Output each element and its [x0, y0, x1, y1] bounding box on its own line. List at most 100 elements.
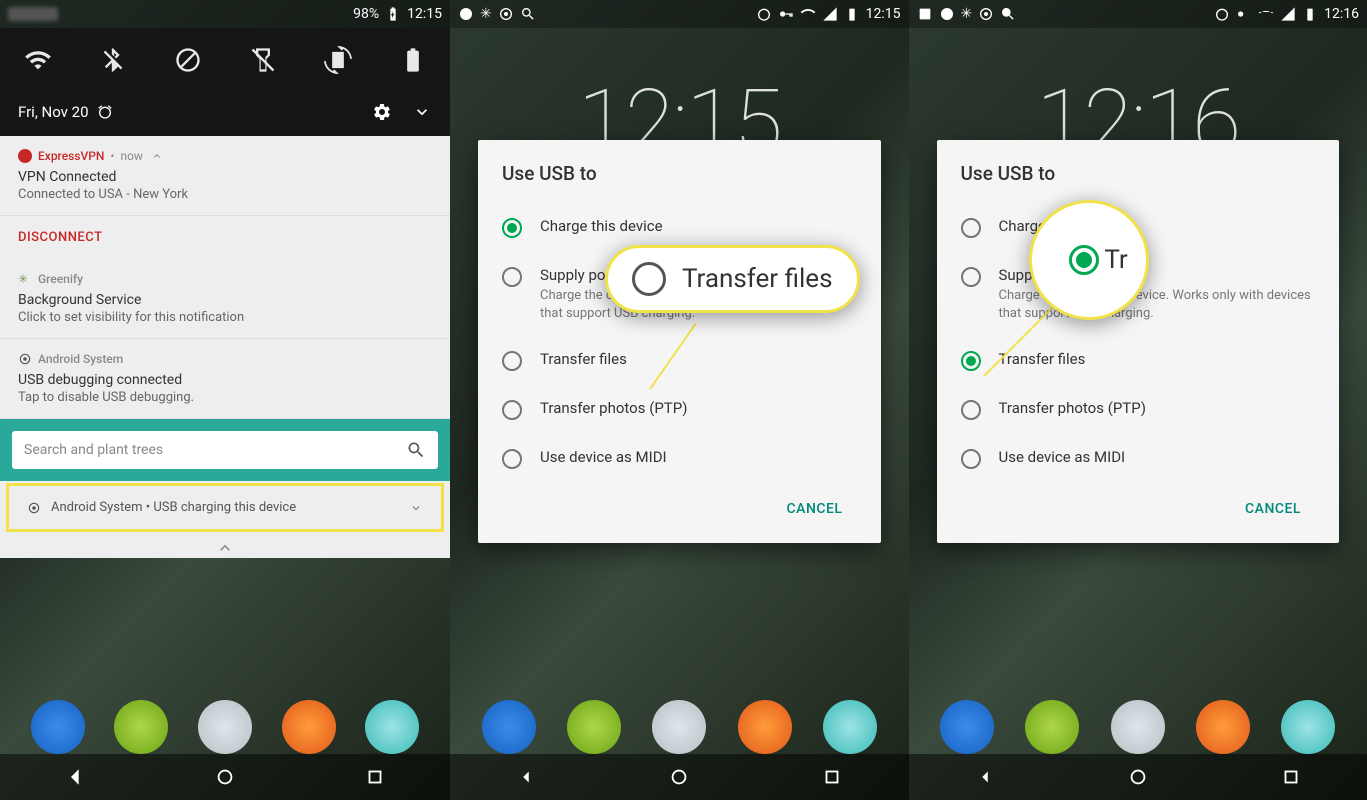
option-transfer-photos[interactable]: Transfer photos (PTP) — [961, 385, 1316, 434]
dock-app-mail[interactable] — [652, 700, 706, 754]
home-icon[interactable] — [668, 766, 690, 788]
quick-settings: Fri, Nov 20 — [0, 28, 450, 136]
dock-app-messages[interactable] — [1025, 700, 1079, 754]
dialog-title: Use USB to — [961, 162, 1316, 185]
signal-icon — [822, 6, 838, 22]
recents-icon[interactable] — [821, 766, 843, 788]
battery-charging-icon — [385, 6, 401, 22]
notification-item[interactable]: Android System USB debugging connected T… — [0, 339, 450, 419]
option-midi[interactable]: Use device as MIDI — [961, 434, 1316, 483]
redacted-area — [8, 7, 58, 21]
search-input[interactable]: Search and plant trees — [12, 431, 438, 469]
dock-app-phone[interactable] — [940, 700, 994, 754]
radio-icon — [502, 267, 522, 287]
notification-list: ExpressVPN•now VPN Connected Connected t… — [0, 136, 450, 558]
collapse-chevron-icon[interactable] — [215, 538, 235, 558]
chevron-down-icon — [409, 501, 423, 515]
dock-app-browser[interactable] — [823, 700, 877, 754]
search-icon — [406, 440, 426, 460]
status-bar: 98% 12:15 — [0, 0, 450, 28]
alarm-icon — [756, 6, 772, 22]
back-icon[interactable] — [515, 766, 537, 788]
image-icon — [917, 6, 933, 22]
search-icon — [1000, 6, 1016, 22]
battery-pct: 98% — [353, 6, 379, 22]
battery-charging-icon — [1302, 6, 1318, 22]
callout-bubble: Transfer files — [605, 245, 860, 313]
back-icon[interactable] — [64, 766, 86, 788]
radio-icon — [502, 351, 522, 371]
home-icon[interactable] — [214, 766, 236, 788]
expand-icon[interactable] — [412, 102, 432, 122]
radio-unchecked-icon — [632, 262, 666, 296]
radio-icon — [961, 449, 981, 469]
battery-icon[interactable] — [399, 46, 427, 74]
option-transfer-photos[interactable]: Transfer photos (PTP) — [502, 385, 857, 434]
dock-app-messages[interactable] — [567, 700, 621, 754]
dock-app-firefox[interactable] — [738, 700, 792, 754]
radio-checked-icon — [961, 351, 981, 371]
recents-icon[interactable] — [364, 766, 386, 788]
app-dock — [909, 700, 1367, 754]
radio-icon — [502, 449, 522, 469]
wifi-icon — [1258, 6, 1274, 22]
status-bar: ✳ 12:16 — [909, 0, 1367, 28]
radio-icon — [961, 218, 981, 238]
dialog-title: Use USB to — [502, 162, 857, 185]
vpn-icon — [939, 6, 955, 22]
notification-item[interactable]: ExpressVPN•now VPN Connected Connected t… — [0, 136, 450, 216]
dock-app-phone[interactable] — [31, 700, 85, 754]
usb-dialog: Use USB to Charge this device Supply pow… — [478, 140, 881, 543]
usb-dialog: Use USB to Charge this device Supply pow… — [937, 140, 1340, 543]
dock-app-browser[interactable] — [1281, 700, 1335, 754]
bluetooth-off-icon[interactable] — [99, 46, 127, 74]
nav-bar — [0, 754, 450, 800]
autorotate-icon[interactable] — [324, 46, 352, 74]
usb-notification[interactable]: Android System • USB charging this devic… — [9, 486, 441, 529]
back-icon[interactable] — [974, 766, 996, 788]
app-icon: ✳ — [18, 272, 32, 286]
key-icon — [1236, 6, 1252, 22]
nav-bar — [909, 754, 1367, 800]
radio-icon — [961, 267, 981, 287]
dock-app-mail[interactable] — [198, 700, 252, 754]
app-icon — [18, 149, 32, 163]
target-icon — [498, 6, 514, 22]
option-midi[interactable]: Use device as MIDI — [502, 434, 857, 483]
alarm-icon — [1214, 6, 1230, 22]
dock-app-firefox[interactable] — [282, 700, 336, 754]
cancel-button[interactable]: CANCEL — [1235, 493, 1311, 525]
dock-app-phone[interactable] — [482, 700, 536, 754]
target-icon — [978, 6, 994, 22]
vpn-icon — [458, 6, 474, 22]
chevron-up-icon — [151, 150, 163, 162]
callout-circle: Tr — [1029, 200, 1149, 320]
search-icon — [520, 6, 536, 22]
dock-app-browser[interactable] — [365, 700, 419, 754]
radio-checked-icon — [1069, 245, 1099, 275]
dock-app-mail[interactable] — [1111, 700, 1165, 754]
dnd-off-icon[interactable] — [174, 46, 202, 74]
disconnect-action[interactable]: DISCONNECT — [0, 216, 450, 259]
app-dock — [450, 700, 909, 754]
wifi-icon — [800, 6, 816, 22]
leaf-icon: ✳ — [480, 6, 492, 22]
signal-icon — [1280, 6, 1296, 22]
radio-icon — [961, 400, 981, 420]
notification-item[interactable]: ✳Greenify Background Service Click to se… — [0, 259, 450, 339]
app-dock — [0, 700, 450, 754]
radio-icon — [502, 400, 522, 420]
wifi-icon[interactable] — [24, 46, 52, 74]
status-time: 12:15 — [866, 6, 901, 22]
key-icon — [778, 6, 794, 22]
status-bar: ✳ 12:15 — [450, 0, 909, 28]
home-icon[interactable] — [1127, 766, 1149, 788]
settings-icon[interactable] — [372, 102, 392, 122]
settings-small-icon — [18, 352, 32, 366]
cancel-button[interactable]: CANCEL — [777, 493, 853, 525]
flashlight-off-icon[interactable] — [249, 46, 277, 74]
recents-icon[interactable] — [1280, 766, 1302, 788]
leaf-icon: ✳ — [961, 6, 973, 22]
dock-app-messages[interactable] — [114, 700, 168, 754]
dock-app-firefox[interactable] — [1196, 700, 1250, 754]
